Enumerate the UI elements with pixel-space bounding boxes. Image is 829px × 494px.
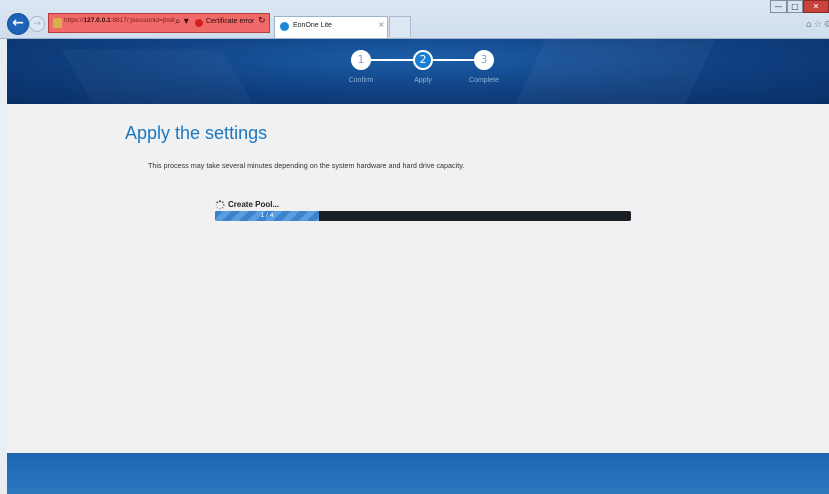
minimize-button[interactable]: — <box>770 0 787 13</box>
window-controls: — □ ✕ <box>770 0 829 14</box>
spinner-icon <box>215 200 225 210</box>
page-title: Apply the settings <box>125 123 268 143</box>
toolbar-icons[interactable]: ⌂☆⚙ <box>806 20 829 30</box>
main-content: Apply the settings This process may take… <box>7 104 829 453</box>
header-decoration <box>499 39 725 104</box>
app-header: 1 2 3 Confirm Apply Complete <box>7 39 829 104</box>
step-1-label: Confirm <box>348 77 374 84</box>
progress-bar: 1 / 4 <box>215 211 631 221</box>
favicon-icon <box>280 22 289 31</box>
tab-close-icon[interactable]: × <box>378 20 385 29</box>
step-2-circle: 2 <box>413 50 433 70</box>
address-url: https://127.0.0.1:8817/;jsessionid=jbs8 <box>64 17 175 24</box>
step-3-label: Complete <box>469 77 499 84</box>
search-dropdown-icon[interactable]: ⌕ ▾ <box>175 16 189 27</box>
certificate-error-icon[interactable] <box>195 19 203 27</box>
task-label: Create Pool... <box>228 200 280 209</box>
forward-button[interactable]: → <box>29 16 45 32</box>
maximize-button[interactable]: □ <box>787 0 803 13</box>
tab-title: EonOne Lite <box>293 22 332 29</box>
header-decoration <box>61 49 273 104</box>
back-arrow-icon: ← <box>12 15 24 31</box>
refresh-icon[interactable]: ↻ <box>258 16 266 26</box>
step-3-circle: 3 <box>474 50 494 70</box>
app-footer <box>7 453 829 494</box>
back-button[interactable]: ← <box>7 13 29 35</box>
step-2-label: Apply <box>414 77 432 84</box>
certificate-error-label[interactable]: Certificate error <box>206 18 254 25</box>
address-bar[interactable]: https://127.0.0.1:8817/;jsessionid=jbs8 … <box>48 13 270 33</box>
page-description: This process may take several minutes de… <box>148 161 465 170</box>
step-1-circle: 1 <box>351 50 371 70</box>
step-connector <box>364 59 416 61</box>
page-icon <box>53 18 62 28</box>
browser-tab[interactable]: EonOne Lite × <box>274 16 388 38</box>
browser-chrome: ← → https://127.0.0.1:8817/;jsessionid=j… <box>0 0 829 39</box>
close-window-button[interactable]: ✕ <box>803 0 829 13</box>
forward-arrow-icon: → <box>33 19 41 29</box>
new-tab-button[interactable] <box>389 16 411 37</box>
progress-text: 1 / 4 <box>260 212 274 219</box>
